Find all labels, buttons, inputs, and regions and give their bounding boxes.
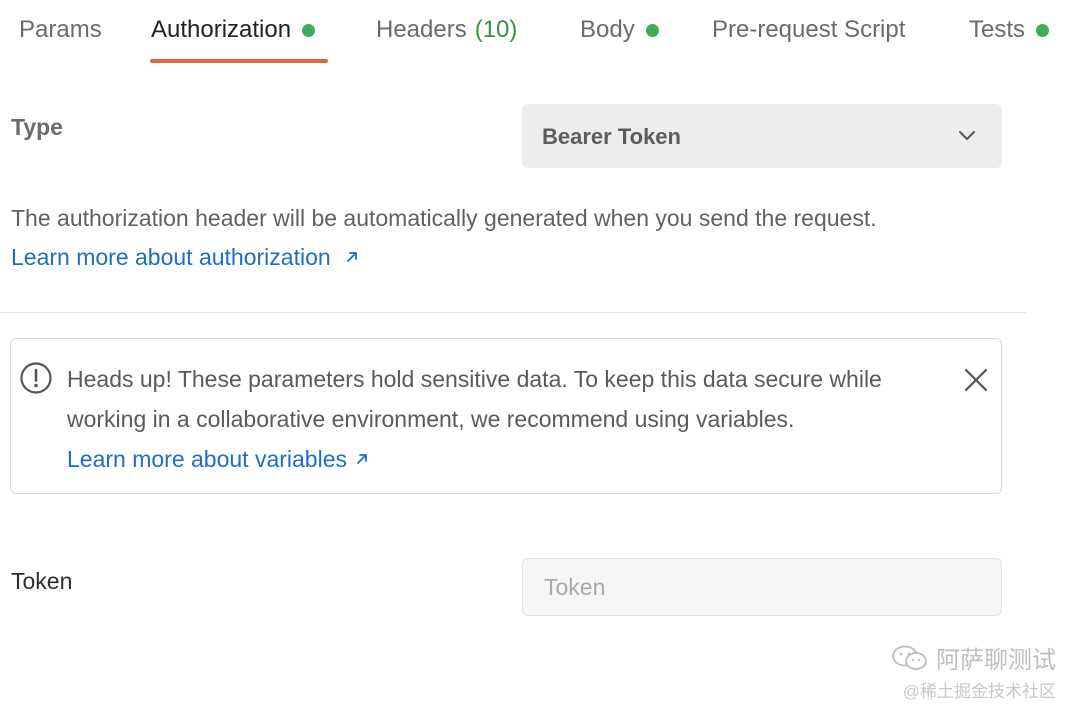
status-dot-icon <box>302 23 316 37</box>
status-dot-icon <box>645 23 659 37</box>
token-label: Token <box>11 568 73 594</box>
external-link-arrow-icon <box>357 454 367 464</box>
external-link-arrow-icon <box>347 252 357 262</box>
warning-message: Heads up! These parameters hold sensitiv… <box>67 366 882 432</box>
tab-headers-label: Headers <box>376 16 467 43</box>
learn-more-authorization-link[interactable]: Learn more about authorization <box>11 244 359 271</box>
tab-params-label: Params <box>19 16 102 43</box>
watermark-main-text: 阿萨聊测试 <box>936 647 1056 674</box>
tab-tests[interactable]: Tests <box>969 16 1050 44</box>
status-dot-icon <box>1036 23 1050 37</box>
tab-authorization[interactable]: Authorization <box>151 16 316 44</box>
active-tab-indicator <box>150 59 328 63</box>
auth-type-select[interactable]: Bearer Token <box>522 104 1002 168</box>
token-input[interactable] <box>522 558 1002 616</box>
tab-headers[interactable]: Headers (10) <box>376 16 517 44</box>
learn-more-authorization-label: Learn more about authorization <box>11 244 331 270</box>
chevron-down-icon <box>959 131 975 140</box>
request-tabs: Params Authorization Headers (10) Body P… <box>0 0 1074 64</box>
tab-params[interactable]: Params <box>19 16 102 44</box>
learn-more-variables-link[interactable]: Learn more about variables <box>67 446 369 472</box>
close-icon[interactable] <box>963 367 989 393</box>
wechat-logo-icon <box>892 645 927 670</box>
section-divider <box>0 312 1026 313</box>
tab-body-label: Body <box>580 16 635 43</box>
tab-pre-request-script-label: Pre-request Script <box>712 16 906 43</box>
sensitive-data-warning: Heads up! These parameters hold sensitiv… <box>10 338 1002 494</box>
tab-authorization-label: Authorization <box>151 16 292 43</box>
watermark: 阿萨聊测试 @稀土掘金技术社区 <box>890 640 1056 702</box>
learn-more-variables-label: Learn more about variables <box>67 446 347 472</box>
tab-body[interactable]: Body <box>580 16 659 44</box>
headers-count: (10) <box>474 16 518 43</box>
auth-description: The authorization header will be automat… <box>11 205 877 231</box>
watermark-sub-text: @稀土掘金技术社区 <box>902 682 1056 701</box>
type-label: Type <box>11 114 63 140</box>
warning-text-block: Heads up! These parameters hold sensitiv… <box>67 359 937 479</box>
exclamation-circle-icon <box>20 362 52 394</box>
auth-type-value: Bearer Token <box>542 124 681 149</box>
tab-tests-label: Tests <box>969 16 1026 43</box>
tab-pre-request-script[interactable]: Pre-request Script <box>712 16 905 44</box>
